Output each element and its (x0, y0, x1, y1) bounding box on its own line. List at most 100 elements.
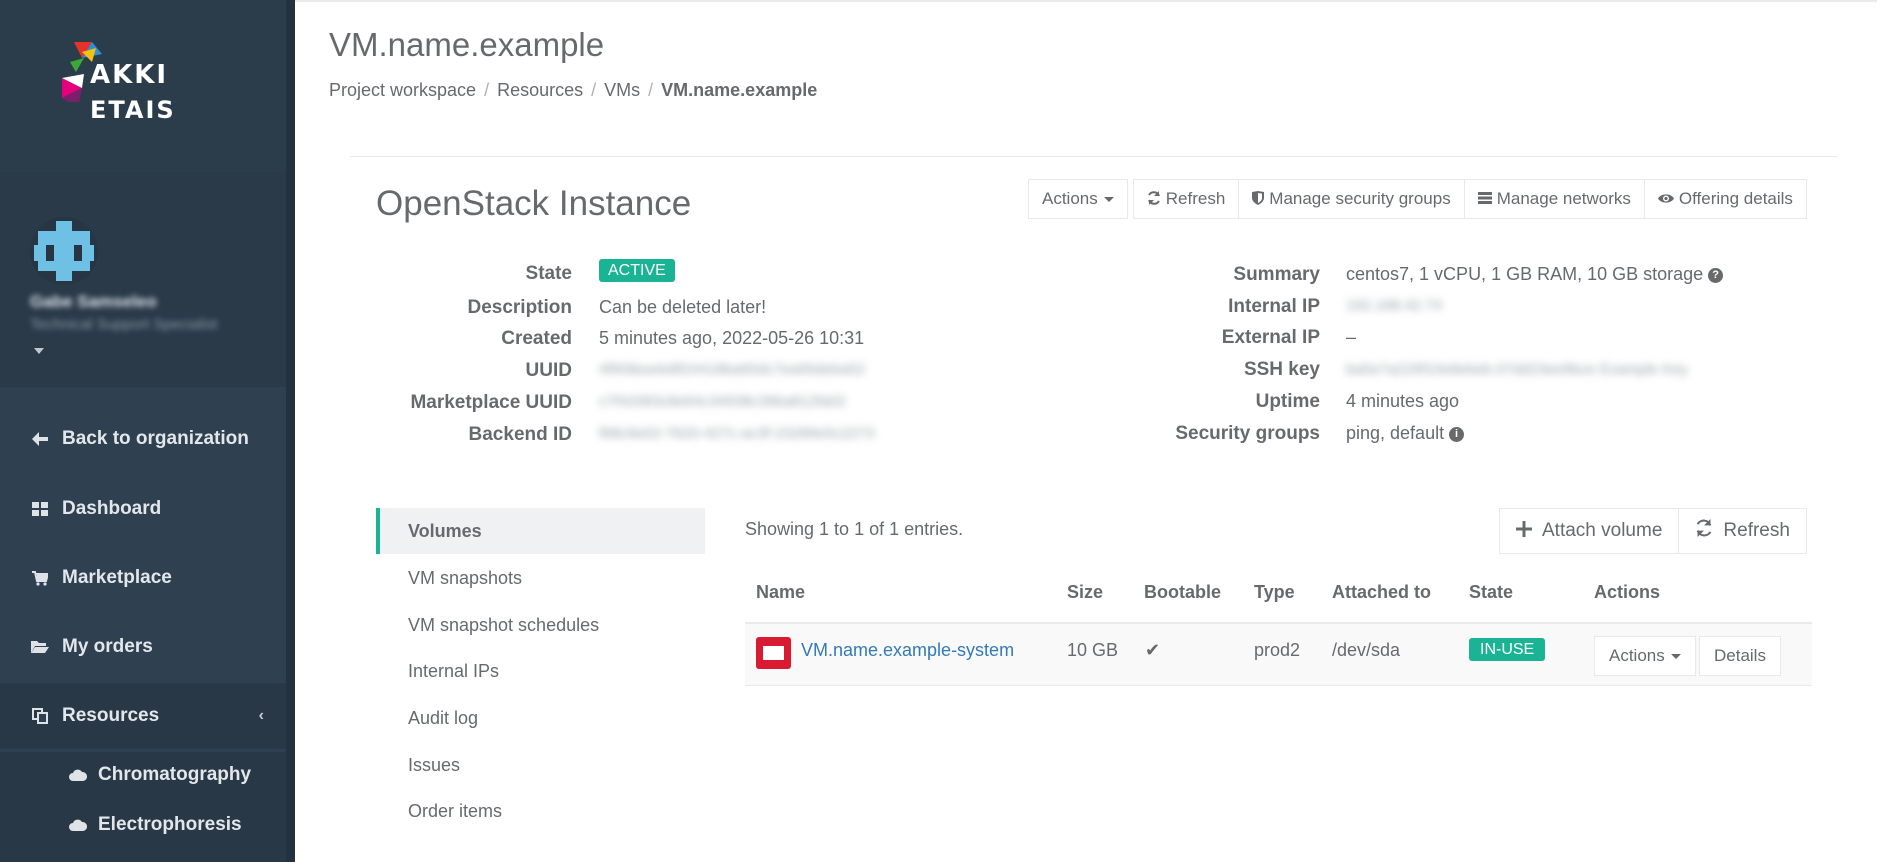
cloud-icon (68, 819, 88, 831)
manage-security-groups-button[interactable]: Manage security groups (1238, 179, 1465, 219)
sidebar-scrollbar[interactable] (286, 0, 295, 862)
volume-size: 10 GB (1067, 640, 1119, 660)
avatar (30, 217, 98, 285)
column-header-size[interactable]: Size (1067, 582, 1103, 603)
networks-label: Manage networks (1496, 189, 1631, 208)
folder-open-icon (30, 640, 50, 654)
uptime-label: Uptime (1255, 391, 1320, 412)
profile-name: Gabe Samseleo (30, 292, 157, 311)
chevron-left-icon[interactable]: ‹ (259, 707, 264, 725)
external-ip-value: – (1346, 327, 1357, 347)
attach-volume-label: Attach volume (1542, 520, 1663, 541)
backend-id-value: f68c6e02-7620-427c-ac3f-23289e5c2273 (599, 425, 875, 442)
internal-ip-label: Internal IP (1228, 296, 1320, 317)
tab-vm-snapshot-schedules[interactable]: VM snapshot schedules (376, 602, 705, 648)
breadcrumb-item-current: VM.name.example (661, 80, 818, 100)
column-header-state[interactable]: State (1469, 582, 1513, 603)
tab-issues[interactable]: Issues (376, 742, 705, 788)
question-circle-icon[interactable]: ? (1708, 267, 1724, 283)
sidebar-item-label: Resources (62, 705, 160, 726)
grid-icon (30, 502, 50, 516)
profile-panel[interactable]: Gabe Samseleo Technical Support Speciali… (0, 172, 286, 387)
sidebar-subitem-label: Electrophoresis (98, 814, 242, 835)
column-header-name[interactable]: Name (756, 582, 805, 603)
arrow-left-icon (30, 432, 50, 446)
sidebar-item-marketplace[interactable]: Marketplace (0, 553, 286, 603)
actions-label: Actions (1042, 189, 1098, 208)
actions-dropdown-button[interactable]: Actions (1028, 179, 1128, 219)
volumes-refresh-button[interactable]: Refresh (1678, 508, 1807, 554)
external-ip-label: External IP (1221, 327, 1320, 348)
server-icon (1477, 191, 1492, 207)
security-groups-text: ping, default (1346, 423, 1445, 443)
caret-down-icon (1670, 653, 1681, 659)
sidebar-item-label: Dashboard (62, 498, 162, 519)
row-actions-label: Actions (1609, 646, 1665, 665)
logo-text-top: AKKI (90, 60, 169, 90)
volume-type: prod2 (1254, 640, 1301, 660)
uuid-label: UUID (525, 360, 572, 381)
refresh-label: Refresh (1165, 189, 1226, 208)
instance-toolbar: Actions Refresh Manage security groups M… (1028, 179, 1807, 219)
status-badge: IN-USE (1469, 638, 1546, 661)
state-label: State (525, 263, 572, 284)
security-groups-value: ping, default i (1346, 423, 1465, 444)
summary-label: Summary (1233, 264, 1320, 285)
refresh-button[interactable]: Refresh (1132, 179, 1240, 219)
volumes-toolbar: Attach volume Refresh (1499, 508, 1807, 554)
avatar-identicon (30, 217, 98, 285)
divider (350, 156, 1838, 157)
column-header-actions: Actions (1594, 582, 1661, 602)
plus-icon (1516, 520, 1532, 543)
tab-volumes[interactable]: Volumes (376, 508, 705, 554)
status-badge: ACTIVE (599, 259, 675, 282)
cloud-icon (68, 769, 88, 781)
sidebar-subitem-label: Chromatography (98, 764, 252, 785)
tab-vm-snapshots[interactable]: VM snapshots (376, 555, 705, 601)
copy-icon (30, 708, 50, 724)
volume-attached-to: /dev/sda (1332, 640, 1401, 660)
column-header-attached-to[interactable]: Attached to (1332, 582, 1431, 603)
logo-text-bottom: ETAIS (90, 96, 176, 124)
refresh-icon (1695, 519, 1713, 543)
summary-value: centos7, 1 vCPU, 1 GB RAM, 10 GB storage… (1346, 264, 1724, 285)
top-border (295, 0, 1877, 2)
volume-state: IN-USE (1469, 638, 1546, 661)
page-title: VM.name.example (329, 26, 605, 63)
breadcrumb-item-resources[interactable]: Resources (497, 80, 583, 101)
breadcrumb: Project workspace / Resources / VMs / VM… (329, 80, 817, 101)
table-info: Showing 1 to 1 of 1 entries. (745, 519, 964, 539)
uuid-value: 4f908ea4e8f24418ba65dc7ea95deba52 (599, 361, 866, 378)
profile-role: Technical Support Specialist (30, 316, 218, 333)
created-value: 5 minutes ago, 2022-05-26 10:31 (599, 328, 865, 348)
attach-volume-button[interactable]: Attach volume (1499, 508, 1680, 554)
row-actions-button[interactable]: Actions (1594, 636, 1696, 676)
breadcrumb-item-project[interactable]: Project workspace (329, 80, 476, 101)
sidebar-item-label: Back to organization (62, 428, 249, 449)
ssh-key-value: ba5e7a229f10e8ebeb.07dd23ee9bce Example … (1346, 361, 1688, 378)
sidebar-item-resources[interactable]: Resources ‹ (0, 683, 286, 749)
manage-networks-button[interactable]: Manage networks (1463, 179, 1645, 219)
refresh-icon (1147, 190, 1161, 208)
profile-caret-icon[interactable] (34, 348, 44, 354)
sidebar-item-dashboard[interactable]: Dashboard (0, 484, 286, 534)
created-label: Created (501, 328, 572, 349)
sidebar-item-my-orders[interactable]: My orders (0, 622, 286, 672)
offering-details-button[interactable]: Offering details (1643, 179, 1807, 219)
tab-order-items[interactable]: Order items (376, 788, 705, 834)
breadcrumb-item-vms[interactable]: VMs (604, 80, 640, 101)
marketplace-uuid-label: Marketplace UUID (410, 392, 572, 413)
column-header-bootable[interactable]: Bootable (1144, 582, 1221, 603)
tab-internal-ips[interactable]: Internal IPs (376, 648, 705, 694)
sidebar-subitem-electrophoresis[interactable]: Electrophoresis (0, 803, 286, 847)
volume-name-link[interactable]: VM.name.example-system (801, 640, 1014, 661)
sidebar-subitem-chromatography[interactable]: Chromatography (0, 753, 286, 797)
column-header-type[interactable]: Type (1254, 582, 1295, 603)
tab-audit-log[interactable]: Audit log (376, 695, 705, 741)
sidebar-item-back[interactable]: Back to organization (0, 414, 286, 464)
shield-icon (1252, 190, 1265, 208)
info-circle-icon[interactable]: i (1449, 426, 1465, 442)
internal-ip-value: 192.168.42.74 (1346, 297, 1442, 314)
app-logo[interactable]: AKKI ETAIS (62, 42, 192, 138)
row-details-button[interactable]: Details (1699, 636, 1781, 676)
